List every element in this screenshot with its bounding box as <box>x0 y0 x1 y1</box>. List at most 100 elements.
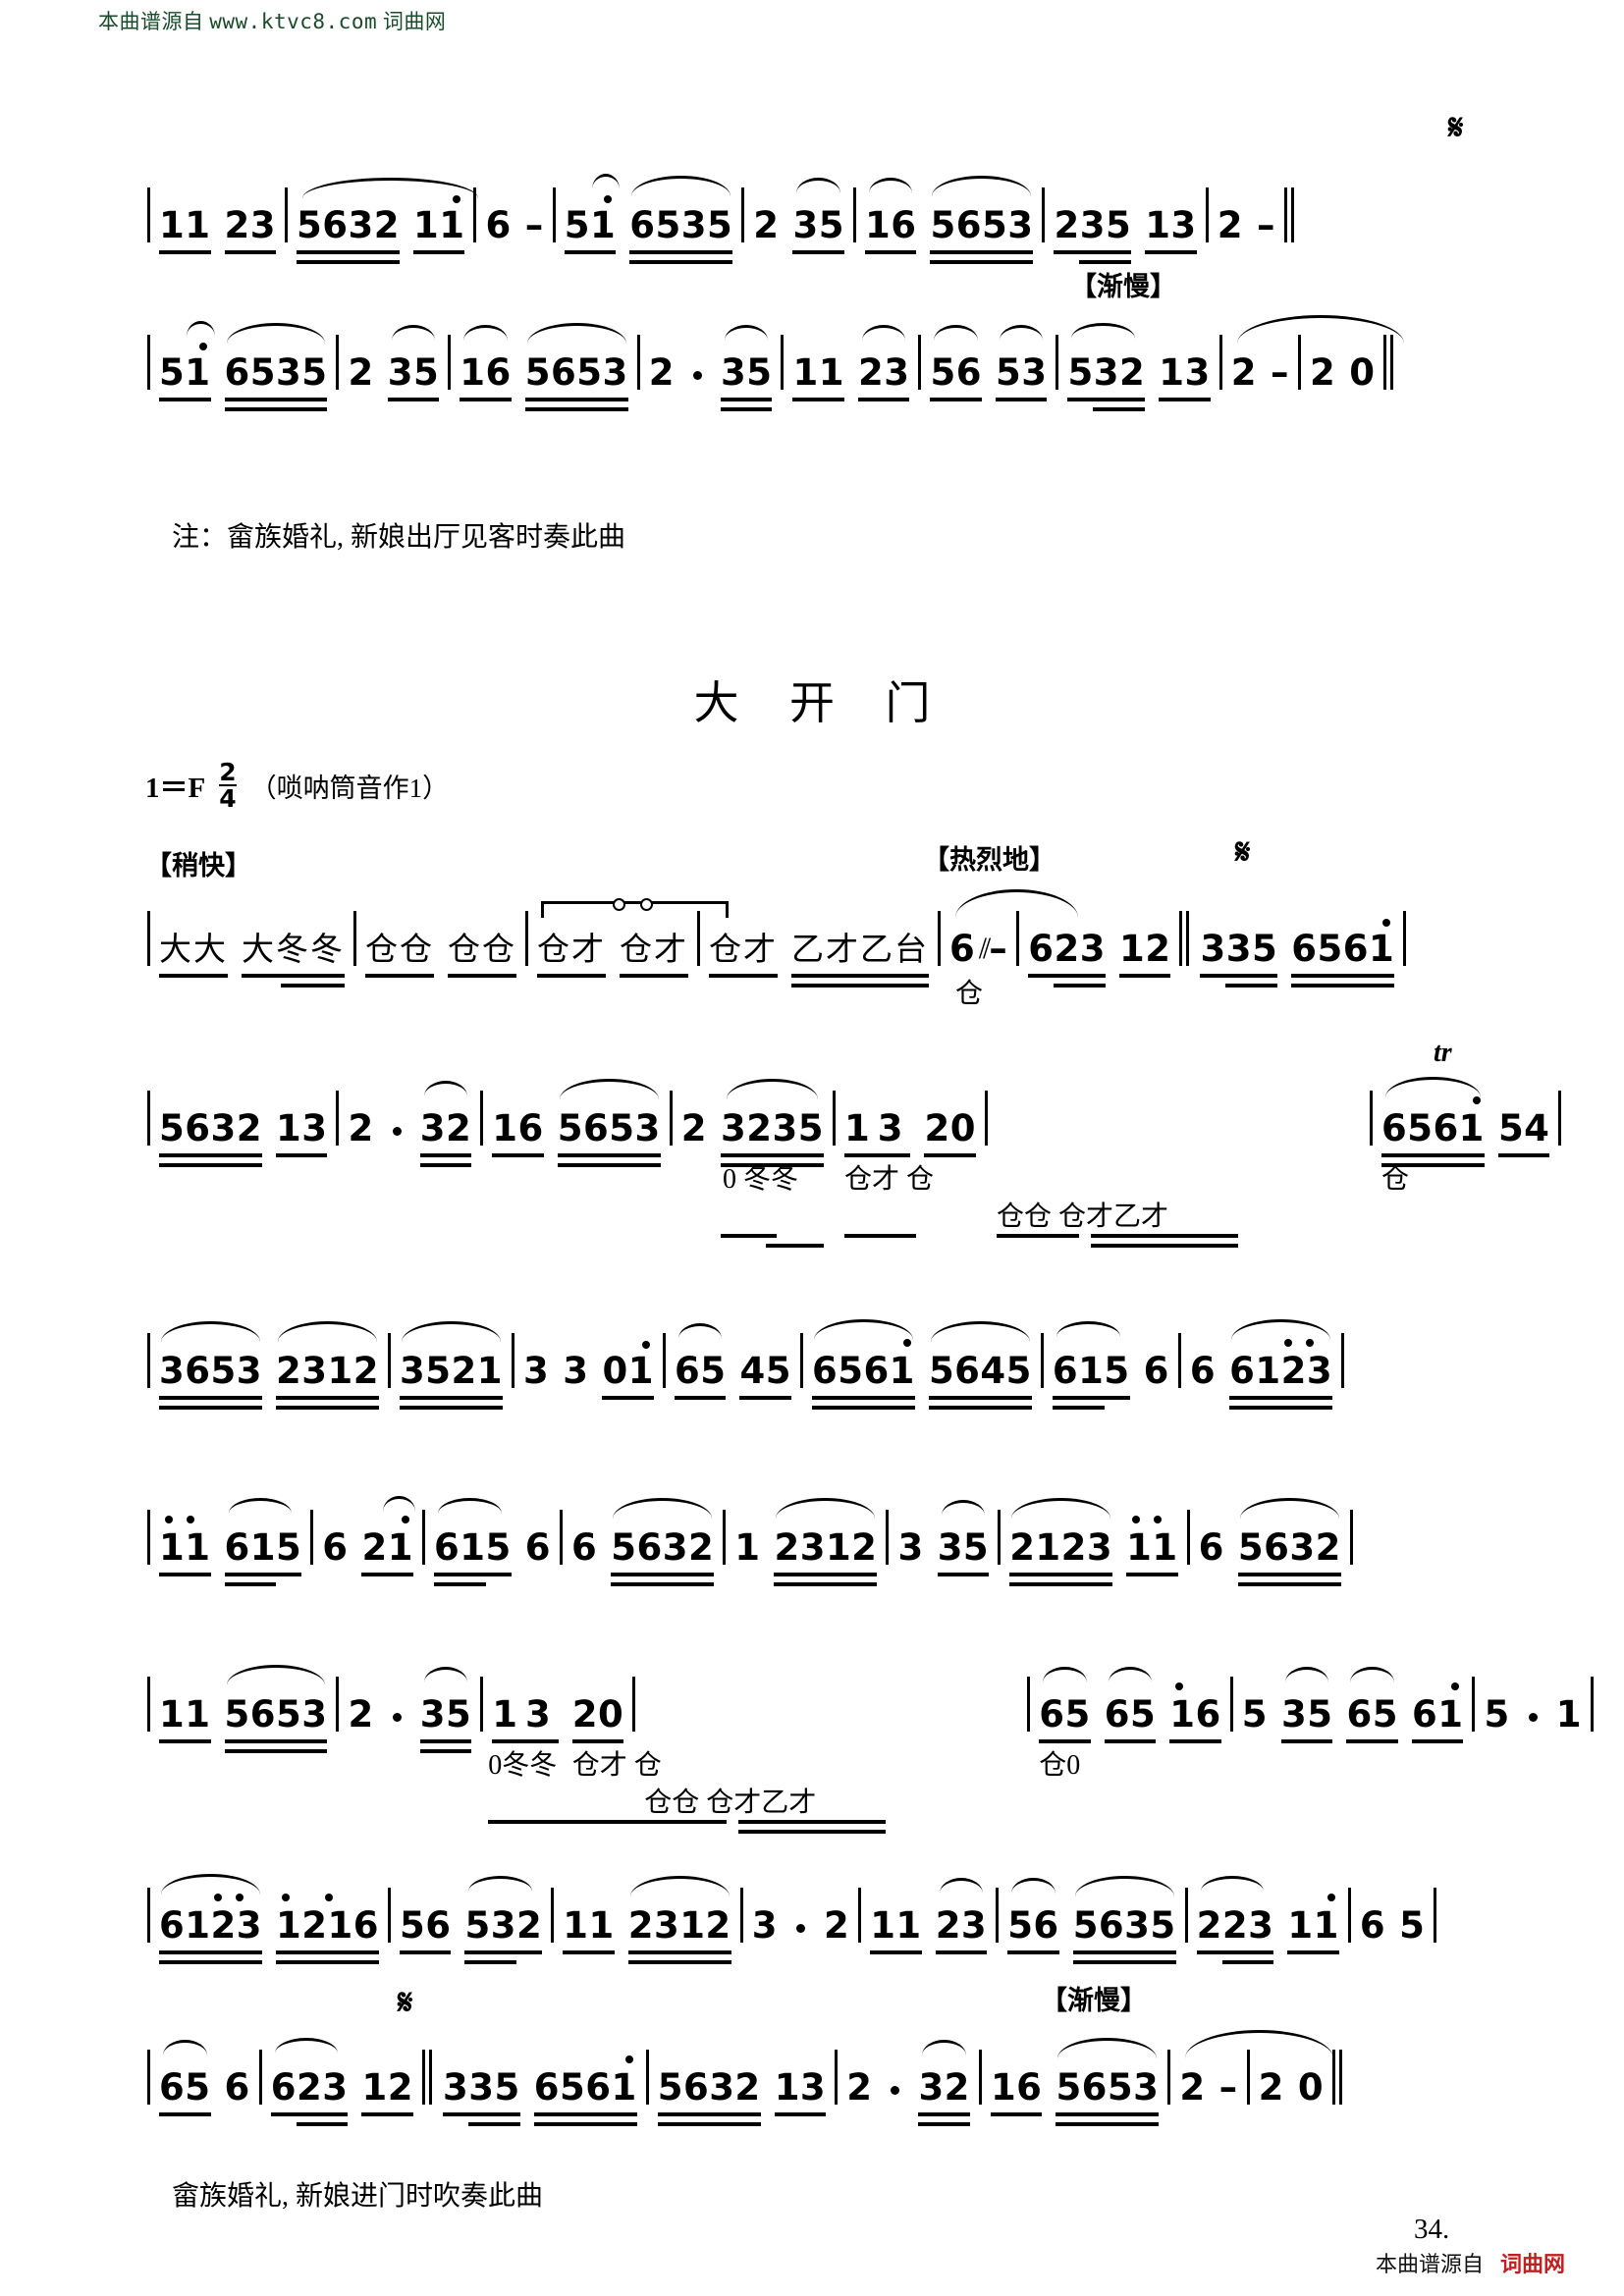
direction-relieda: 【热烈地】 <box>923 845 1056 876</box>
slur <box>941 1500 986 1516</box>
beam-group: 235 <box>1054 207 1132 264</box>
beam-group: 6561 <box>1291 919 1395 988</box>
duration-underline <box>1346 1739 1398 1743</box>
note-digits: 2 <box>823 1904 850 1947</box>
duration-underline <box>399 1396 503 1400</box>
barline <box>1341 1333 1345 1388</box>
duration-underline <box>159 1573 211 1576</box>
duration-underline <box>361 1573 413 1576</box>
percussion-syllables: 仓才 <box>537 933 606 968</box>
beat-cell: 16 <box>864 178 917 254</box>
measure: 2 0 <box>1259 2069 1325 2107</box>
slur <box>631 176 731 196</box>
beat-cell: 13 <box>1159 354 1211 401</box>
measure: 223 11 <box>1196 1876 1339 1964</box>
slur <box>1350 1667 1394 1682</box>
beam-group: 5632 <box>159 1110 262 1167</box>
beat-cell: 35 <box>937 1500 990 1576</box>
duration-underline <box>857 398 910 401</box>
percussion-syllables: 仓才 <box>709 933 778 968</box>
barline <box>835 2050 839 2105</box>
duration-underline <box>1118 974 1171 978</box>
slur <box>526 323 626 344</box>
slur <box>677 1323 723 1339</box>
note-digits: 53 <box>995 351 1048 394</box>
beat-cell: – <box>989 931 1007 968</box>
beat-cell: 16 <box>492 1110 544 1157</box>
slur <box>383 1496 415 1512</box>
duration-underline <box>159 1406 262 1410</box>
duration-underline <box>1225 984 1278 988</box>
duration-underline <box>224 407 328 411</box>
duration-underline <box>1126 1573 1178 1576</box>
note-digits: 5632 <box>297 204 400 246</box>
note-digits: 6535 <box>629 204 733 246</box>
song2-system-1: 【稍快】 【热烈地】 𝄋 大大 大冬冬 仓仓 仓仓 仓才 仓才 仓才 乙才乙台 … <box>0 832 1624 1009</box>
beat-cell: 6 <box>485 207 511 244</box>
beam-group: 2312 <box>627 1876 731 1964</box>
slur <box>796 178 840 193</box>
time-signature-denominator: 4 <box>219 783 237 813</box>
note-digits: 35 <box>937 1526 990 1569</box>
note-digits: 2 <box>348 1693 374 1735</box>
note-digits: 3 <box>563 1350 589 1392</box>
duration-underline <box>792 250 844 254</box>
note-digits: 23 <box>857 351 910 394</box>
barline <box>832 1091 836 1146</box>
octave-dot <box>1326 1894 1335 1901</box>
duration-underline <box>1104 1739 1157 1743</box>
barline <box>669 1091 673 1146</box>
duration-underline <box>928 1396 1032 1400</box>
slur <box>724 325 769 341</box>
beam-group: 16 <box>460 325 512 401</box>
note-digits: 6123 <box>159 1904 262 1947</box>
measure: 2 0 <box>1310 354 1376 392</box>
note-digits: 615 <box>433 1526 512 1569</box>
duration-underline <box>270 2112 349 2116</box>
note-digits: 13 <box>275 1107 328 1149</box>
octave-dot <box>214 1894 222 1901</box>
beat-cell: 3235 0 冬冬 <box>720 1079 824 1248</box>
beat-cell: 6 <box>225 2069 250 2107</box>
octave-dot <box>641 1341 650 1349</box>
beat-cell: 6561 <box>1291 919 1395 988</box>
duration-underline <box>159 1163 262 1167</box>
measure: 11 5653 <box>159 1665 328 1753</box>
note-digits: 5653 <box>1056 2066 1160 2109</box>
measure: 6 6123 <box>1190 1319 1333 1410</box>
slur <box>463 325 508 341</box>
measure: 6 – <box>485 207 543 244</box>
note-digits: 51 <box>564 204 617 246</box>
duration-underline <box>159 398 211 401</box>
beat-cell: 235 <box>1054 207 1132 264</box>
note-digits: 11 <box>159 1526 211 1569</box>
beat-cell: 1 <box>734 1529 760 1567</box>
beat-cell: 5632 <box>159 1110 262 1167</box>
measure: 56 532 <box>399 1876 543 1964</box>
beat-cell: 3 <box>752 1907 778 1945</box>
note-digits: 2 <box>753 204 780 246</box>
measure: 65 45 <box>674 1323 791 1400</box>
beat-cell: 12 <box>361 2069 413 2116</box>
note-digits: 2 <box>1258 2066 1284 2109</box>
beam-group: 5632 <box>1237 1498 1341 1586</box>
duration-underline <box>224 1749 328 1753</box>
duration-underline <box>297 260 400 264</box>
duration-underline <box>533 2112 637 2116</box>
duration-underline <box>870 1950 922 1954</box>
measure-percussion: 仓才 仓才 <box>537 898 729 978</box>
beat-cell: 2 <box>824 1907 849 1945</box>
note-digits: 623 <box>270 2066 349 2109</box>
note-digits: 35 <box>720 351 773 394</box>
note-digits: 2312 <box>774 1526 878 1569</box>
beam-group: 3521 <box>399 1321 503 1410</box>
watermark-top: 本曲谱源自 www.ktvc8.com 词曲网 <box>98 6 446 35</box>
beam-group: 12 <box>361 2069 413 2116</box>
duration-underline <box>629 250 733 254</box>
beam-group: 65 <box>1346 1667 1398 1743</box>
beam-group: 56 <box>399 1907 452 1954</box>
stave: 11 23 5632 11 6 – 51 6535 2 35 16 5653 2… <box>147 174 1291 264</box>
beat-cell: 3653 <box>159 1321 262 1410</box>
note-digits: 6561 <box>811 1350 915 1392</box>
beam-group: 3235 0 冬冬 <box>720 1079 824 1248</box>
